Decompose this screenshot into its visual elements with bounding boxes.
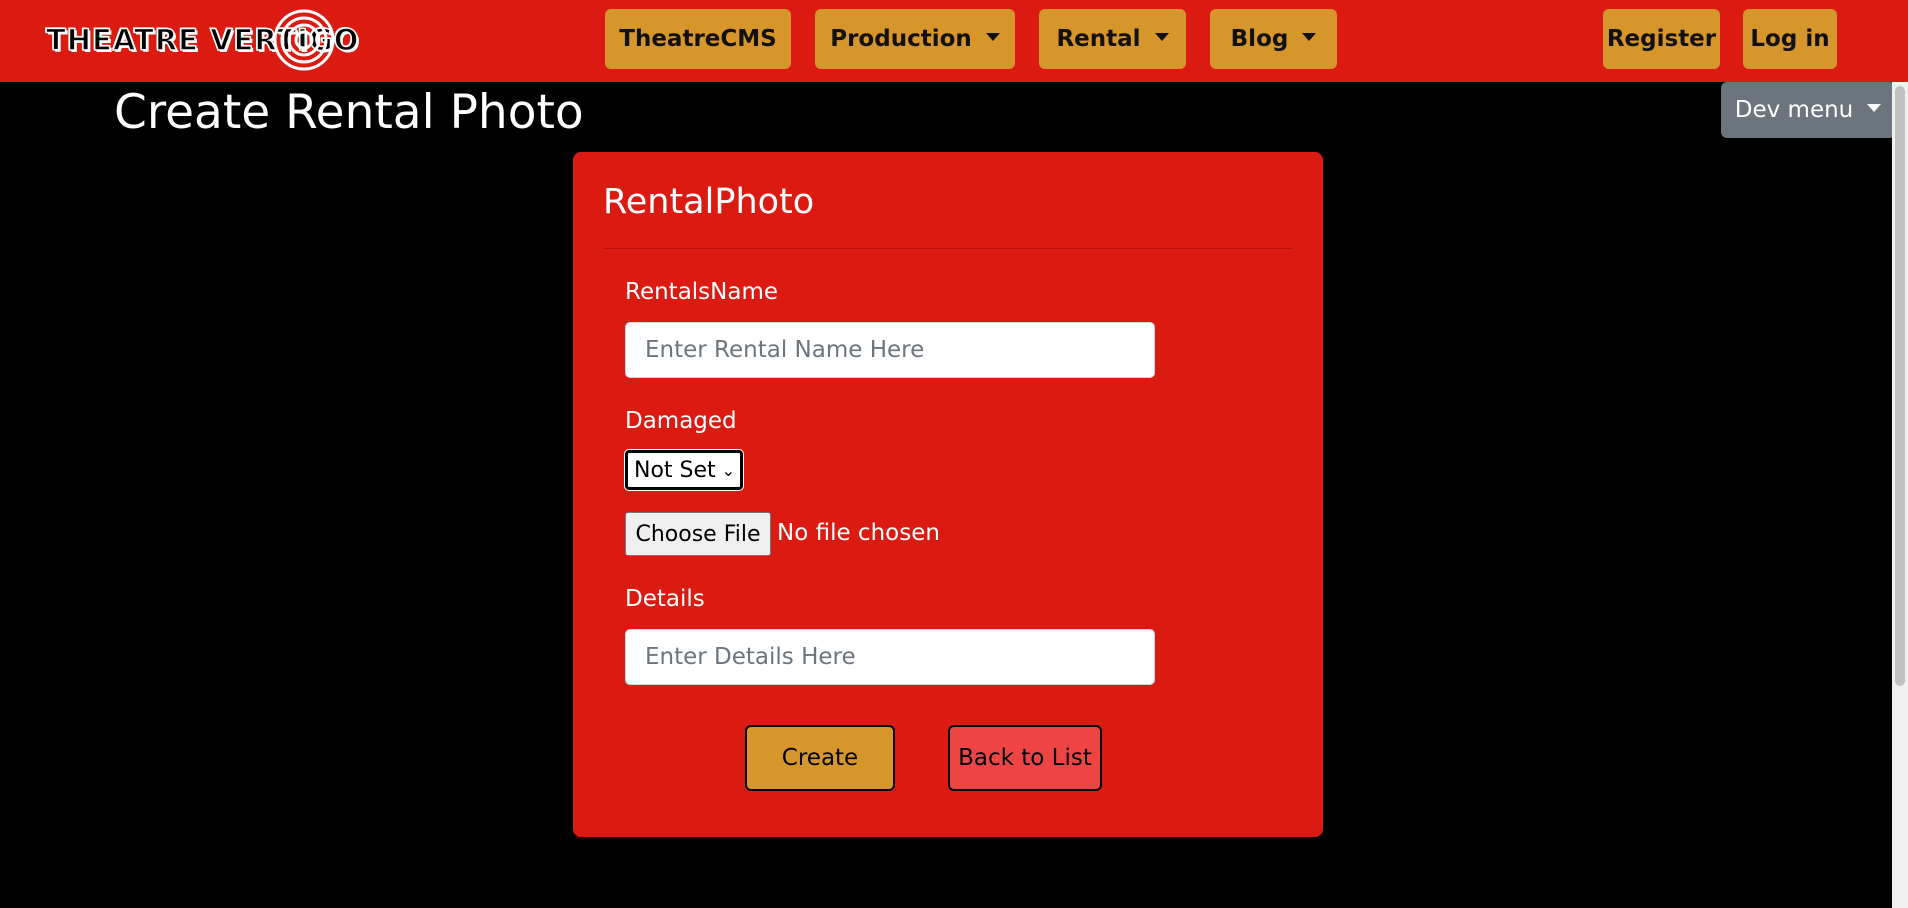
rentals-name-input[interactable] xyxy=(625,322,1155,378)
page-title: Create Rental Photo xyxy=(114,85,584,140)
form-heading: RentalPhoto xyxy=(603,182,815,222)
theatre-vertigo-logo[interactable]: THEATRE VERTIGO xyxy=(45,8,359,72)
nav-production-dropdown[interactable]: Production xyxy=(815,9,1015,69)
create-button-label: Create xyxy=(781,745,859,771)
rental-photo-form-card: RentalPhoto RentalsName Damaged Not Set … xyxy=(573,152,1323,837)
damaged-label: Damaged xyxy=(625,408,737,434)
top-navbar: THEATRE VERTIGO TheatreCMS Production Re… xyxy=(0,0,1908,82)
nav-rental-dropdown[interactable]: Rental xyxy=(1039,9,1186,69)
caret-down-icon xyxy=(1302,33,1317,41)
details-label: Details xyxy=(625,586,705,612)
caret-down-icon xyxy=(985,33,1000,41)
nav-production-label: Production xyxy=(830,26,972,52)
nav-theatrecms-label: TheatreCMS xyxy=(619,26,777,52)
dev-menu-dropdown[interactable]: Dev menu xyxy=(1721,82,1895,138)
chevron-down-icon: ⌄ xyxy=(721,460,736,480)
caret-down-icon xyxy=(1154,33,1169,41)
dev-menu-label: Dev menu xyxy=(1734,97,1854,123)
back-to-list-label: Back to List xyxy=(958,745,1092,771)
login-label: Log in xyxy=(1750,26,1830,52)
choose-file-button[interactable]: Choose File xyxy=(625,512,771,556)
nav-theatrecms-button[interactable]: TheatreCMS xyxy=(605,9,791,69)
register-button[interactable]: Register xyxy=(1603,9,1720,69)
caret-down-icon xyxy=(1867,104,1882,112)
damaged-select[interactable]: Not Set ⌄ xyxy=(624,449,744,491)
choose-file-label: Choose File xyxy=(635,521,761,547)
rentals-name-label: RentalsName xyxy=(625,279,779,305)
details-input[interactable] xyxy=(625,629,1155,685)
register-label: Register xyxy=(1606,26,1717,52)
nav-blog-dropdown[interactable]: Blog xyxy=(1210,9,1337,69)
scrollbar-thumb[interactable] xyxy=(1895,86,1905,686)
back-to-list-button[interactable]: Back to List xyxy=(948,725,1102,791)
file-status-text: No file chosen xyxy=(777,520,940,546)
create-button[interactable]: Create xyxy=(745,725,895,791)
damaged-selected-value: Not Set xyxy=(634,457,716,483)
page-scrollbar[interactable] xyxy=(1892,82,1908,908)
vertigo-spiral-icon xyxy=(273,9,335,71)
divider xyxy=(603,248,1293,249)
nav-rental-label: Rental xyxy=(1056,26,1141,52)
login-button[interactable]: Log in xyxy=(1743,9,1837,69)
nav-blog-label: Blog xyxy=(1230,26,1289,52)
